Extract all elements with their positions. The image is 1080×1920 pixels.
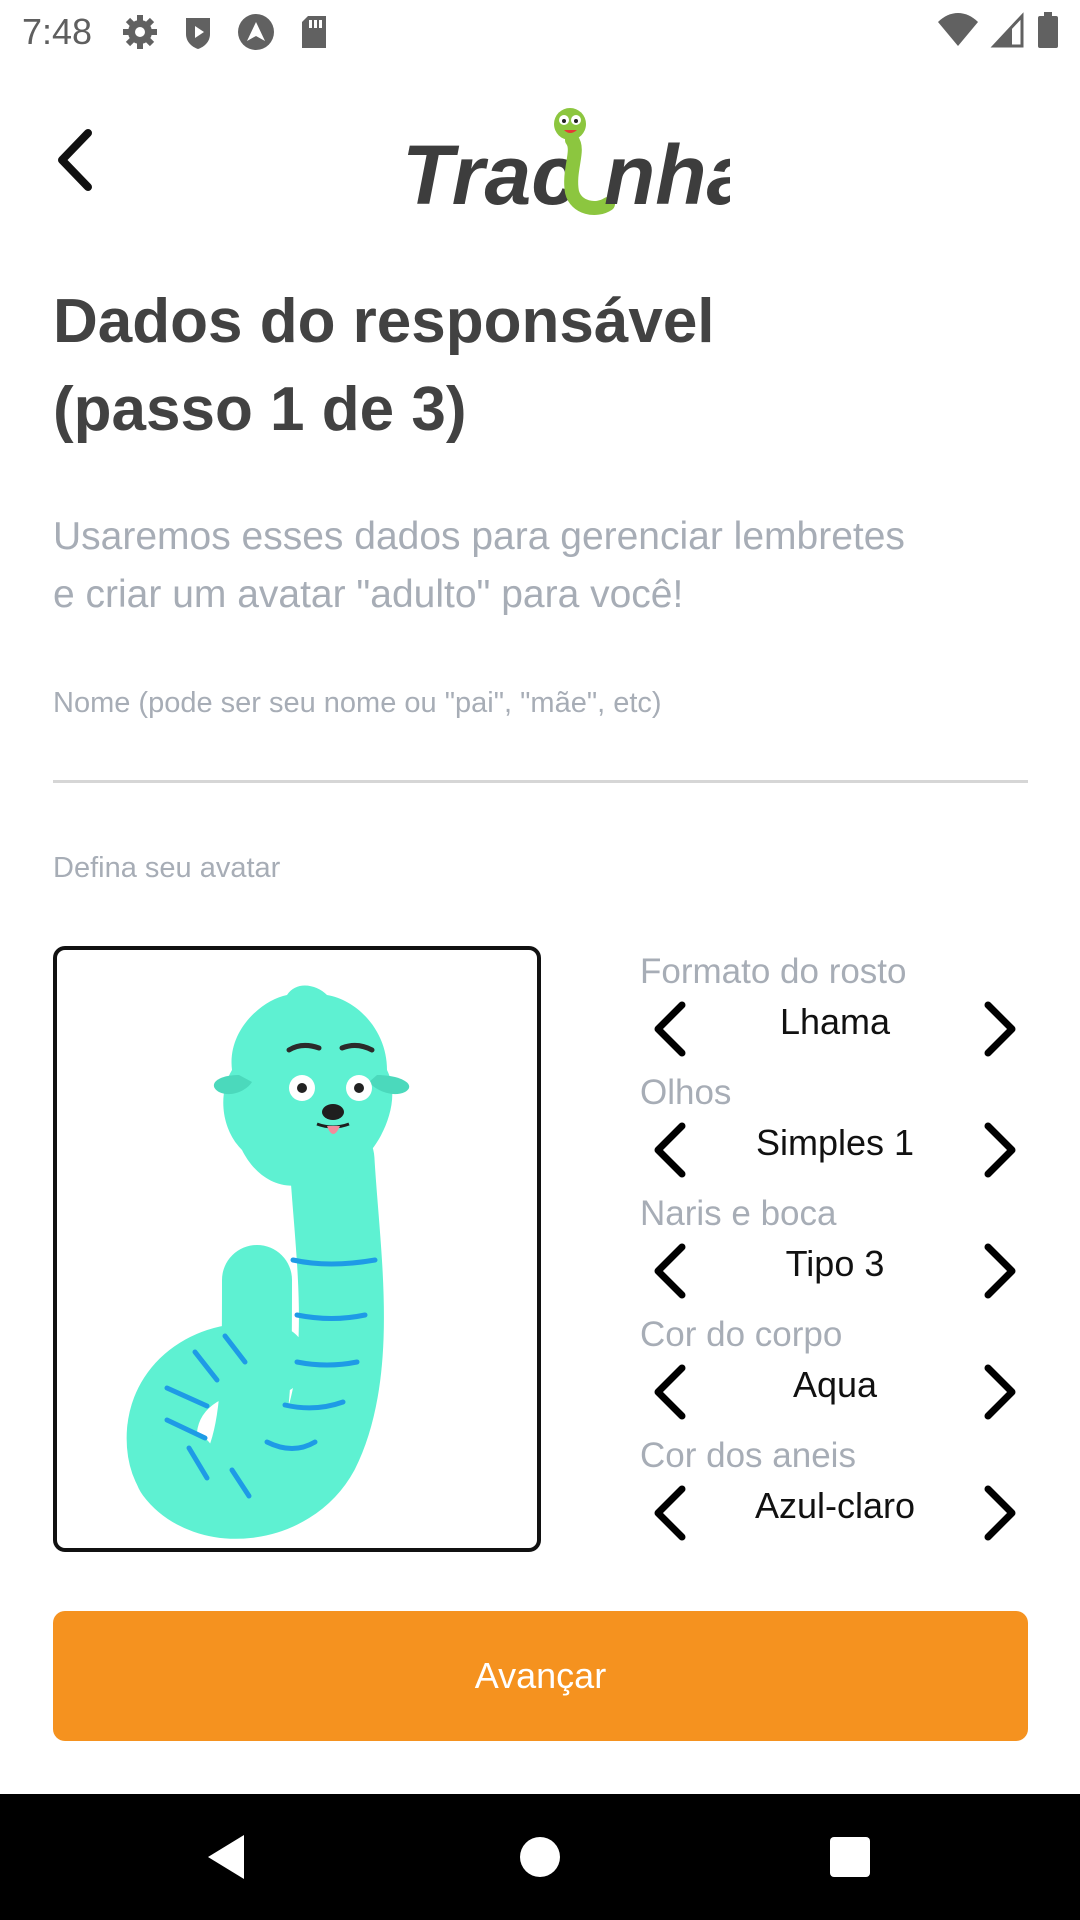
app-logo: Trac nha [400,100,753,222]
prev-button[interactable] [640,1480,700,1546]
svg-text:nha: nha [604,128,730,220]
chevron-right-icon [984,1122,1016,1178]
chevron-left-icon [654,1243,686,1299]
shield-play-icon [178,12,218,52]
nav-home-icon [520,1837,560,1877]
android-auto-icon [236,12,276,52]
option-body-color: Cor do corpo Aqua [640,1313,1030,1433]
status-icons-right [936,10,1060,55]
system-nav-bar [0,1794,1080,1920]
chevron-left-icon [58,129,92,191]
name-field[interactable] [53,724,1028,783]
option-label: Formato do rosto [640,952,907,991]
chevron-right-icon [984,1485,1016,1541]
chevron-right-icon [984,1001,1016,1057]
page-subtitle: Usaremos esses dados para gerenciar lemb… [53,508,1013,624]
nav-back-icon [208,1835,244,1879]
option-label: Cor do corpo [640,1315,843,1354]
svg-text:Trac: Trac [402,128,578,220]
option-value: Tipo 3 [785,1243,885,1284]
option-ring-color: Cor dos aneis Azul-claro [640,1434,1030,1554]
status-icons-left [120,12,334,52]
option-label: Naris e boca [640,1194,837,1233]
next-button[interactable] [970,1359,1030,1425]
chevron-left-icon [654,1122,686,1178]
page-title-line1: Dados do responsável [53,287,715,356]
option-selector: Lhama [640,994,1030,1064]
next-button[interactable] [970,1238,1030,1304]
next-button[interactable] [970,1117,1030,1183]
nav-back-button[interactable] [198,1827,258,1887]
option-value: Simples 1 [755,1122,915,1163]
page-subtitle-line2: e criar um avatar "adulto" para você! [53,573,684,616]
option-eyes: Olhos Simples 1 [640,1071,1030,1191]
status-time: 7:48 [22,11,93,52]
chevron-left-icon [654,1485,686,1541]
prev-button[interactable] [640,996,700,1062]
nav-recents-button[interactable] [820,1827,880,1887]
settings-icon [120,12,160,52]
prev-button[interactable] [640,1117,700,1183]
option-value: Lhama [779,1001,891,1042]
next-button[interactable] [970,1480,1030,1546]
option-selector: Aqua [640,1357,1030,1427]
chevron-left-icon [654,1364,686,1420]
prev-button[interactable] [640,1359,700,1425]
nav-recents-icon [830,1837,870,1877]
option-selector: Simples 1 [640,1115,1030,1185]
back-button[interactable] [40,120,110,200]
chevron-right-icon [984,1364,1016,1420]
option-label: Olhos [640,1073,732,1112]
advance-button[interactable]: Avançar [53,1611,1028,1741]
battery-icon [1036,10,1060,55]
option-value: Azul-claro [754,1485,916,1526]
chevron-left-icon [654,1001,686,1057]
cell-signal-icon [990,10,1026,55]
page-subtitle-line1: Usaremos esses dados para gerenciar lemb… [53,515,905,558]
sd-card-icon [294,12,334,52]
next-button[interactable] [970,996,1030,1062]
option-value: Aqua [792,1364,878,1405]
option-face-shape: Formato do rosto Lhama [640,950,1030,1070]
page-title-line2: (passo 1 de 3) [53,375,467,444]
nav-home-button[interactable] [510,1827,570,1887]
status-bar: 7:48 [0,0,1080,64]
avatar-preview [53,946,541,1552]
prev-button[interactable] [640,1238,700,1304]
chevron-right-icon [984,1243,1016,1299]
option-selector: Azul-claro [640,1478,1030,1548]
wifi-icon [936,10,980,55]
option-label: Cor dos aneis [640,1436,856,1475]
option-selector: Tipo 3 [640,1236,1030,1306]
name-field-label: Nome (pode ser seu nome ou "pai", "mãe",… [53,687,662,719]
option-nose-mouth: Naris e boca Tipo 3 [640,1192,1030,1312]
avatar-section-label: Defina seu avatar [53,852,281,884]
page-title: Dados do responsável (passo 1 de 3) [53,278,1013,454]
avatar-llama-worm-image [126,985,410,1539]
